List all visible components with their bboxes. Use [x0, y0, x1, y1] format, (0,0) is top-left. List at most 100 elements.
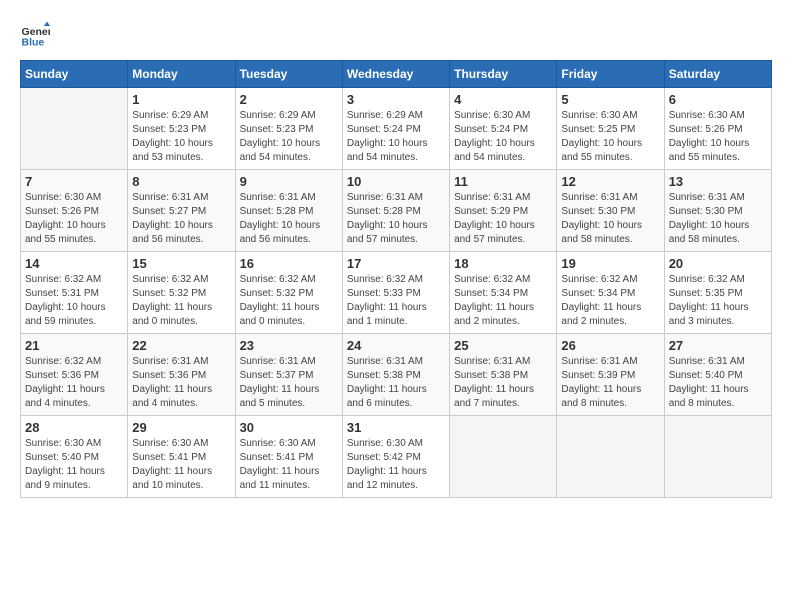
- day-info: Sunrise: 6:31 AMSunset: 5:30 PMDaylight:…: [561, 191, 659, 247]
- day-number: 4: [454, 92, 552, 107]
- day-info: Sunrise: 6:29 AMSunset: 5:23 PMDaylight:…: [240, 109, 338, 165]
- day-info: Sunrise: 6:31 AMSunset: 5:27 PMDaylight:…: [132, 191, 230, 247]
- column-header-friday: Friday: [557, 61, 664, 88]
- day-number: 28: [25, 420, 123, 435]
- calendar-week-3: 14Sunrise: 6:32 AMSunset: 5:31 PMDayligh…: [21, 252, 772, 334]
- calendar-week-4: 21 Sunrise: 6:32 AMSunset: 5:36 PMDayligh…: [21, 334, 772, 416]
- calendar-cell: 24Sunrise: 6:31 AMSunset: 5:38 PMDayligh…: [342, 334, 449, 416]
- day-number: 30: [240, 420, 338, 435]
- day-number: 16: [240, 256, 338, 271]
- day-number: 17: [347, 256, 445, 271]
- calendar-cell: 11 Sunrise: 6:31 AMSunset: 5:29 PMDayligh…: [450, 170, 557, 252]
- calendar-cell: 14Sunrise: 6:32 AMSunset: 5:31 PMDayligh…: [21, 252, 128, 334]
- calendar-cell: 2 Sunrise: 6:29 AMSunset: 5:23 PMDaylight…: [235, 88, 342, 170]
- day-number: 20: [669, 256, 767, 271]
- day-info: Sunrise: 6:31 AMSunset: 5:36 PMDaylight:…: [132, 355, 230, 411]
- day-info: Sunrise: 6:31 AMSunset: 5:28 PMDaylight:…: [240, 191, 338, 247]
- day-number: 15: [132, 256, 230, 271]
- day-info: Sunrise: 6:31 AMSunset: 5:30 PMDaylight:…: [669, 191, 767, 247]
- calendar-cell: 30 Sunrise: 6:30 AMSunset: 5:41 PMDayligh…: [235, 416, 342, 498]
- day-info: Sunrise: 6:30 AMSunset: 5:25 PMDaylight:…: [561, 109, 659, 165]
- calendar-cell: 21 Sunrise: 6:32 AMSunset: 5:36 PMDayligh…: [21, 334, 128, 416]
- calendar-week-2: 7Sunrise: 6:30 AMSunset: 5:26 PMDaylight…: [21, 170, 772, 252]
- calendar-cell: 22Sunrise: 6:31 AMSunset: 5:36 PMDayligh…: [128, 334, 235, 416]
- header-row: SundayMondayTuesdayWednesdayThursdayFrid…: [21, 61, 772, 88]
- calendar-header: SundayMondayTuesdayWednesdayThursdayFrid…: [21, 61, 772, 88]
- day-info: Sunrise: 6:29 AMSunset: 5:23 PMDaylight:…: [132, 109, 230, 165]
- day-info: Sunrise: 6:32 AMSunset: 5:32 PMDaylight:…: [132, 273, 230, 329]
- column-header-wednesday: Wednesday: [342, 61, 449, 88]
- day-number: 19: [561, 256, 659, 271]
- day-info: Sunrise: 6:30 AMSunset: 5:26 PMDaylight:…: [25, 191, 123, 247]
- calendar-cell: 17 Sunrise: 6:32 AMSunset: 5:33 PMDayligh…: [342, 252, 449, 334]
- day-number: 10: [347, 174, 445, 189]
- day-number: 2: [240, 92, 338, 107]
- day-number: 11: [454, 174, 552, 189]
- day-info: Sunrise: 6:32 AMSunset: 5:34 PMDaylight:…: [561, 273, 659, 329]
- day-info: Sunrise: 6:32 AMSunset: 5:35 PMDaylight:…: [669, 273, 767, 329]
- day-number: 31: [347, 420, 445, 435]
- calendar-cell: [21, 88, 128, 170]
- column-header-saturday: Saturday: [664, 61, 771, 88]
- calendar-week-5: 28 Sunrise: 6:30 AMSunset: 5:40 PMDayligh…: [21, 416, 772, 498]
- day-number: 23: [240, 338, 338, 353]
- day-info: Sunrise: 6:31 AMSunset: 5:37 PMDaylight:…: [240, 355, 338, 411]
- calendar-cell: [664, 416, 771, 498]
- calendar-cell: 28 Sunrise: 6:30 AMSunset: 5:40 PMDayligh…: [21, 416, 128, 498]
- calendar-cell: 12Sunrise: 6:31 AMSunset: 5:30 PMDayligh…: [557, 170, 664, 252]
- calendar-cell: 26Sunrise: 6:31 AMSunset: 5:39 PMDayligh…: [557, 334, 664, 416]
- calendar-cell: 27 Sunrise: 6:31 AMSunset: 5:40 PMDayligh…: [664, 334, 771, 416]
- day-info: Sunrise: 6:30 AMSunset: 5:40 PMDaylight:…: [25, 437, 123, 493]
- day-number: 6: [669, 92, 767, 107]
- day-info: Sunrise: 6:30 AMSunset: 5:24 PMDaylight:…: [454, 109, 552, 165]
- day-info: Sunrise: 6:31 AMSunset: 5:38 PMDaylight:…: [347, 355, 445, 411]
- day-info: Sunrise: 6:31 AMSunset: 5:38 PMDaylight:…: [454, 355, 552, 411]
- day-number: 3: [347, 92, 445, 107]
- calendar-cell: 31 Sunrise: 6:30 AMSunset: 5:42 PMDayligh…: [342, 416, 449, 498]
- day-info: Sunrise: 6:32 AMSunset: 5:33 PMDaylight:…: [347, 273, 445, 329]
- day-info: Sunrise: 6:30 AMSunset: 5:41 PMDaylight:…: [132, 437, 230, 493]
- day-number: 13: [669, 174, 767, 189]
- day-info: Sunrise: 6:32 AMSunset: 5:32 PMDaylight:…: [240, 273, 338, 329]
- calendar-week-1: 1 Sunrise: 6:29 AMSunset: 5:23 PMDaylight…: [21, 88, 772, 170]
- column-header-thursday: Thursday: [450, 61, 557, 88]
- calendar-cell: 18Sunrise: 6:32 AMSunset: 5:34 PMDayligh…: [450, 252, 557, 334]
- calendar-cell: 23 Sunrise: 6:31 AMSunset: 5:37 PMDayligh…: [235, 334, 342, 416]
- calendar-cell: 7Sunrise: 6:30 AMSunset: 5:26 PMDaylight…: [21, 170, 128, 252]
- day-number: 29: [132, 420, 230, 435]
- column-header-sunday: Sunday: [21, 61, 128, 88]
- calendar-cell: 4 Sunrise: 6:30 AMSunset: 5:24 PMDaylight…: [450, 88, 557, 170]
- day-info: Sunrise: 6:30 AMSunset: 5:42 PMDaylight:…: [347, 437, 445, 493]
- calendar-cell: 29 Sunrise: 6:30 AMSunset: 5:41 PMDayligh…: [128, 416, 235, 498]
- day-info: Sunrise: 6:31 AMSunset: 5:40 PMDaylight:…: [669, 355, 767, 411]
- day-number: 9: [240, 174, 338, 189]
- calendar-cell: 9 Sunrise: 6:31 AMSunset: 5:28 PMDaylight…: [235, 170, 342, 252]
- day-info: Sunrise: 6:30 AMSunset: 5:41 PMDaylight:…: [240, 437, 338, 493]
- day-number: 18: [454, 256, 552, 271]
- day-info: Sunrise: 6:31 AMSunset: 5:39 PMDaylight:…: [561, 355, 659, 411]
- day-number: 1: [132, 92, 230, 107]
- day-number: 27: [669, 338, 767, 353]
- column-header-monday: Monday: [128, 61, 235, 88]
- day-number: 21: [25, 338, 123, 353]
- calendar-cell: 5Sunrise: 6:30 AMSunset: 5:25 PMDaylight…: [557, 88, 664, 170]
- calendar-cell: 16 Sunrise: 6:32 AMSunset: 5:32 PMDayligh…: [235, 252, 342, 334]
- day-number: 25: [454, 338, 552, 353]
- calendar-cell: 19 Sunrise: 6:32 AMSunset: 5:34 PMDayligh…: [557, 252, 664, 334]
- calendar-cell: 8Sunrise: 6:31 AMSunset: 5:27 PMDaylight…: [128, 170, 235, 252]
- calendar-cell: 10Sunrise: 6:31 AMSunset: 5:28 PMDayligh…: [342, 170, 449, 252]
- calendar-cell: [557, 416, 664, 498]
- calendar-cell: 15 Sunrise: 6:32 AMSunset: 5:32 PMDayligh…: [128, 252, 235, 334]
- calendar-body: 1 Sunrise: 6:29 AMSunset: 5:23 PMDaylight…: [21, 88, 772, 498]
- calendar-cell: 1 Sunrise: 6:29 AMSunset: 5:23 PMDaylight…: [128, 88, 235, 170]
- day-info: Sunrise: 6:29 AMSunset: 5:24 PMDaylight:…: [347, 109, 445, 165]
- day-info: Sunrise: 6:31 AMSunset: 5:29 PMDaylight:…: [454, 191, 552, 247]
- svg-text:Blue: Blue: [22, 37, 45, 49]
- day-info: Sunrise: 6:32 AMSunset: 5:36 PMDaylight:…: [25, 355, 123, 411]
- calendar-table: SundayMondayTuesdayWednesdayThursdayFrid…: [20, 60, 772, 498]
- calendar-cell: 20 Sunrise: 6:32 AMSunset: 5:35 PMDayligh…: [664, 252, 771, 334]
- day-info: Sunrise: 6:32 AMSunset: 5:31 PMDaylight:…: [25, 273, 123, 329]
- calendar-cell: [450, 416, 557, 498]
- logo-icon: General Blue: [20, 20, 50, 50]
- page-header: General Blue: [20, 20, 772, 50]
